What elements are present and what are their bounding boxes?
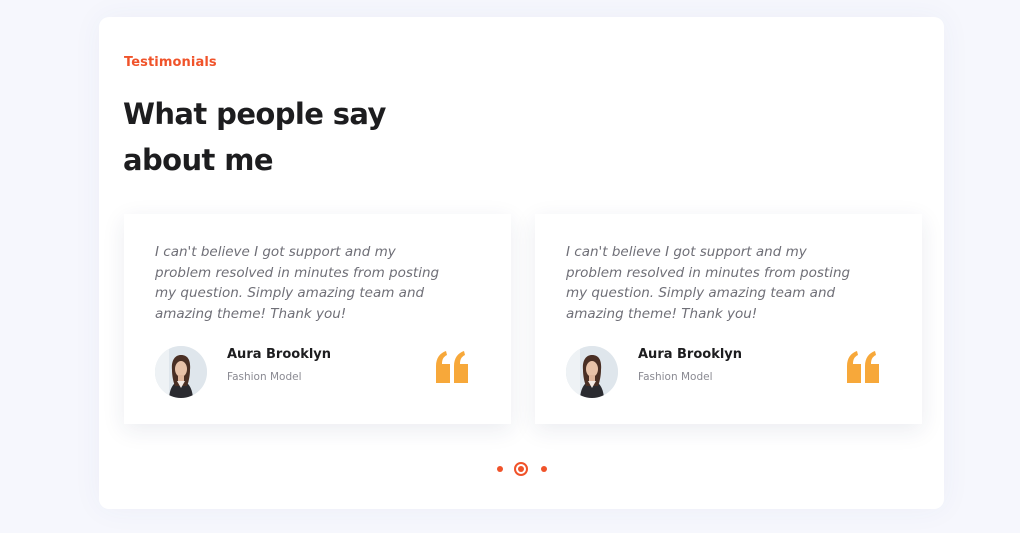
testimonial-quote: I can't believe I got support and my pro… [155, 244, 440, 322]
carousel-dot-3[interactable] [541, 466, 547, 472]
testimonial-card: I can't believe I got support and my pro… [124, 214, 511, 424]
section-heading: What people say about me [123, 97, 386, 177]
testimonial-quote: I can't believe I got support and my pro… [566, 244, 851, 322]
quote-mark-icon [435, 350, 469, 384]
testimonial-card: I can't believe I got support and my pro… [535, 214, 922, 424]
person-name: Aura Brooklyn [638, 347, 743, 362]
quote-mark-icon [846, 350, 880, 384]
carousel-dot-2-active[interactable] [514, 462, 528, 476]
avatar [566, 346, 618, 398]
testimonials-section: Testimonials What people say about me I … [99, 17, 944, 509]
person-role: Fashion Model [638, 371, 713, 383]
carousel-dot-1[interactable] [497, 466, 503, 472]
carousel-pagination [494, 462, 554, 476]
avatar [155, 346, 207, 398]
section-eyebrow: Testimonials [124, 55, 217, 70]
person-role: Fashion Model [227, 371, 302, 383]
page-background: Testimonials What people say about me I … [0, 0, 1020, 533]
person-name: Aura Brooklyn [227, 347, 332, 362]
